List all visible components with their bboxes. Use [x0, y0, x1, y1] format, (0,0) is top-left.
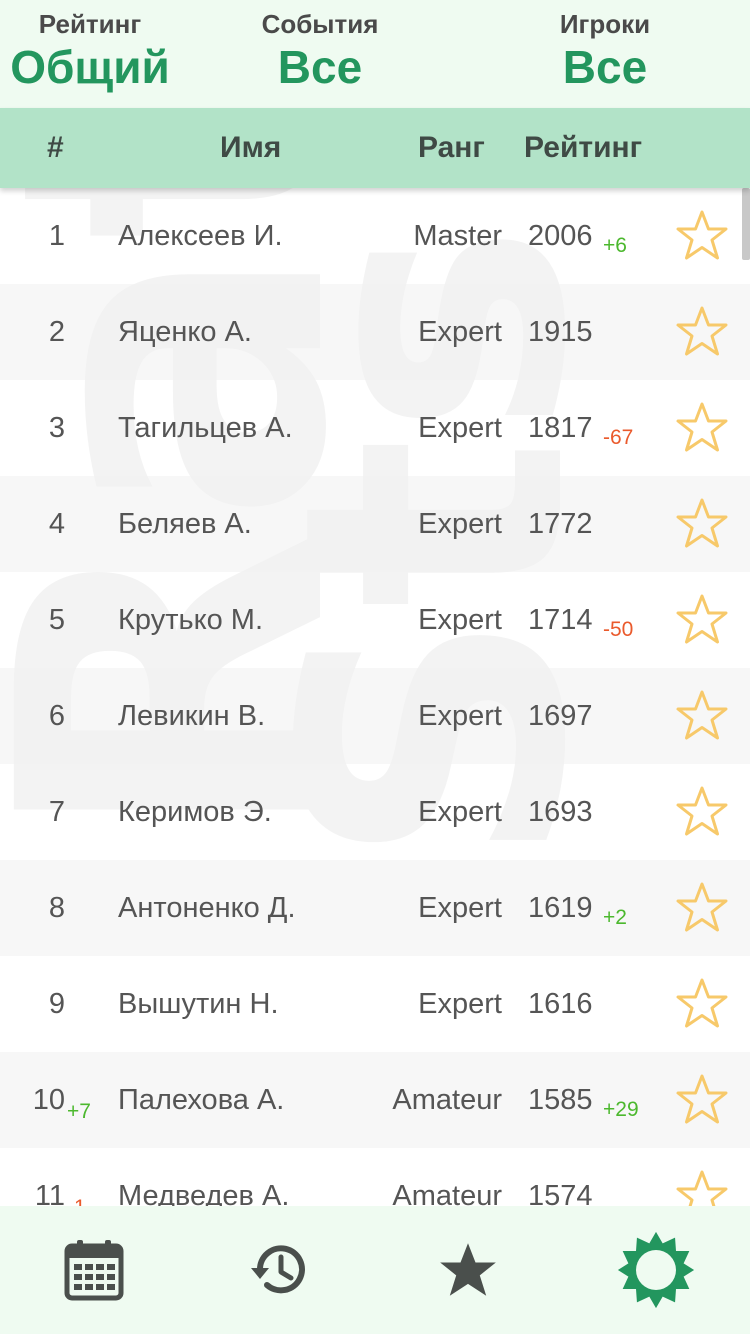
player-rating: 1915	[528, 316, 593, 348]
player-rank: Expert	[418, 604, 502, 636]
table-row[interactable]: 4 Беляев А. Expert 1772	[0, 476, 750, 572]
row-position: 6	[48, 700, 65, 732]
player-rating: 1585	[528, 1084, 593, 1116]
row-position: 9	[48, 988, 65, 1020]
player-rank: Expert	[418, 412, 502, 444]
player-name: Керимов Э.	[118, 796, 272, 828]
row-position: 1	[48, 220, 65, 252]
filter-value[interactable]: Все	[525, 40, 685, 94]
rating-change: -67	[603, 426, 634, 449]
rating-change: +6	[603, 234, 627, 257]
player-name: Крутько М.	[118, 604, 263, 636]
favorite-star-icon[interactable]	[674, 208, 730, 264]
row-position: 10	[32, 1084, 65, 1116]
player-rank: Master	[413, 220, 502, 252]
player-rating: 1619	[528, 892, 593, 924]
player-rating: 1693	[528, 796, 593, 828]
player-name: Алексеев И.	[118, 220, 283, 252]
filter-caption: События	[261, 9, 379, 39]
table-row[interactable]: 9 Вышутин Н. Expert 1616	[0, 956, 750, 1052]
nav-history-button[interactable]	[240, 1230, 320, 1310]
row-position: 5	[48, 604, 65, 636]
filter-rating-type[interactable]: Рейтинг Общий	[10, 0, 170, 94]
calendar-icon	[64, 1240, 124, 1301]
player-name: Медведев А.	[118, 1180, 290, 1206]
bottom-navigation	[0, 1206, 750, 1334]
player-rating: 1817	[528, 412, 593, 444]
player-rank: Amateur	[392, 1084, 502, 1116]
filter-caption: Игроки	[559, 9, 651, 39]
ranking-list[interactable]: Rate Sts 1 Алексеев И. Master 2006 +6 2 …	[0, 188, 750, 1206]
sun-icon	[617, 1231, 695, 1309]
nav-favorites-button[interactable]	[428, 1230, 508, 1310]
player-rank: Expert	[418, 508, 502, 540]
rating-change: +2	[603, 906, 627, 929]
table-row[interactable]: 7 Керимов Э. Expert 1693	[0, 764, 750, 860]
nav-rating-button[interactable]	[616, 1230, 696, 1310]
player-name: Яценко А.	[118, 316, 252, 348]
row-position: 11	[34, 1180, 65, 1206]
table-row[interactable]: 8 Антоненко Д. Expert 1619 +2	[0, 860, 750, 956]
filter-players[interactable]: Игроки Все	[525, 0, 685, 94]
scrollbar[interactable]	[742, 188, 750, 260]
filter-value[interactable]: Общий	[10, 40, 170, 94]
favorite-star-icon[interactable]	[674, 496, 730, 552]
favorite-star-icon[interactable]	[674, 976, 730, 1032]
star-icon	[440, 1243, 496, 1296]
player-rank: Expert	[418, 892, 502, 924]
player-rating: 2006	[528, 220, 593, 252]
favorite-star-icon[interactable]	[674, 400, 730, 456]
filter-caption: Рейтинг	[38, 9, 142, 39]
row-position: 8	[48, 892, 65, 924]
table-row[interactable]: 6 Левикин В. Expert 1697	[0, 668, 750, 764]
favorite-star-icon[interactable]	[674, 304, 730, 360]
player-rating: 1772	[528, 508, 593, 540]
player-name: Левикин В.	[118, 700, 266, 732]
player-rating: 1714	[528, 604, 593, 636]
column-header-rank[interactable]: Ранг	[418, 108, 485, 188]
row-position: 4	[48, 508, 65, 540]
player-rank: Amateur	[392, 1180, 502, 1206]
player-name: Вышутин Н.	[118, 988, 279, 1020]
column-header-number[interactable]: #	[47, 108, 64, 188]
rating-change: +29	[603, 1098, 639, 1121]
favorite-star-icon[interactable]	[674, 592, 730, 648]
table-row[interactable]: 11 -1 Медведев А. Amateur 1574	[0, 1148, 750, 1206]
rating-change: -50	[603, 618, 634, 641]
filter-header: Рейтинг Общий События Все Игроки Все	[0, 0, 750, 108]
player-rank: Expert	[418, 700, 502, 732]
filter-value[interactable]: Все	[240, 40, 400, 94]
table-header: # Имя Ранг Рейтинг	[0, 108, 750, 188]
player-rating: 1697	[528, 700, 593, 732]
row-position: 3	[48, 412, 65, 444]
history-icon	[251, 1245, 305, 1294]
player-name: Антоненко Д.	[118, 892, 296, 924]
favorite-star-icon[interactable]	[674, 1072, 730, 1128]
nav-calendar-button[interactable]	[54, 1230, 134, 1310]
favorite-star-icon[interactable]	[674, 784, 730, 840]
table-row[interactable]: 3 Тагильцев А. Expert 1817 -67	[0, 380, 750, 476]
player-rank: Expert	[418, 988, 502, 1020]
column-header-name[interactable]: Имя	[220, 108, 281, 188]
favorite-star-icon[interactable]	[674, 1168, 730, 1206]
player-rank: Expert	[418, 316, 502, 348]
player-rating: 1574	[528, 1180, 593, 1206]
table-row[interactable]: 5 Крутько М. Expert 1714 -50	[0, 572, 750, 668]
player-name: Беляев А.	[118, 508, 252, 540]
player-name: Тагильцев А.	[118, 412, 293, 444]
filter-events[interactable]: События Все	[240, 0, 400, 94]
row-position: 7	[48, 796, 65, 828]
table-row[interactable]: 2 Яценко А. Expert 1915	[0, 284, 750, 380]
player-rank: Expert	[418, 796, 502, 828]
column-header-rating[interactable]: Рейтинг	[524, 108, 642, 188]
row-position: 2	[48, 316, 65, 348]
table-row[interactable]: 1 Алексеев И. Master 2006 +6	[0, 188, 750, 284]
table-row[interactable]: 10 +7 Палехова А. Amateur 1585 +29	[0, 1052, 750, 1148]
player-rating: 1616	[528, 988, 593, 1020]
player-name: Палехова А.	[118, 1084, 285, 1116]
favorite-star-icon[interactable]	[674, 880, 730, 936]
position-change: -1	[67, 1148, 86, 1206]
favorite-star-icon[interactable]	[674, 688, 730, 744]
position-change: +7	[67, 1100, 91, 1123]
